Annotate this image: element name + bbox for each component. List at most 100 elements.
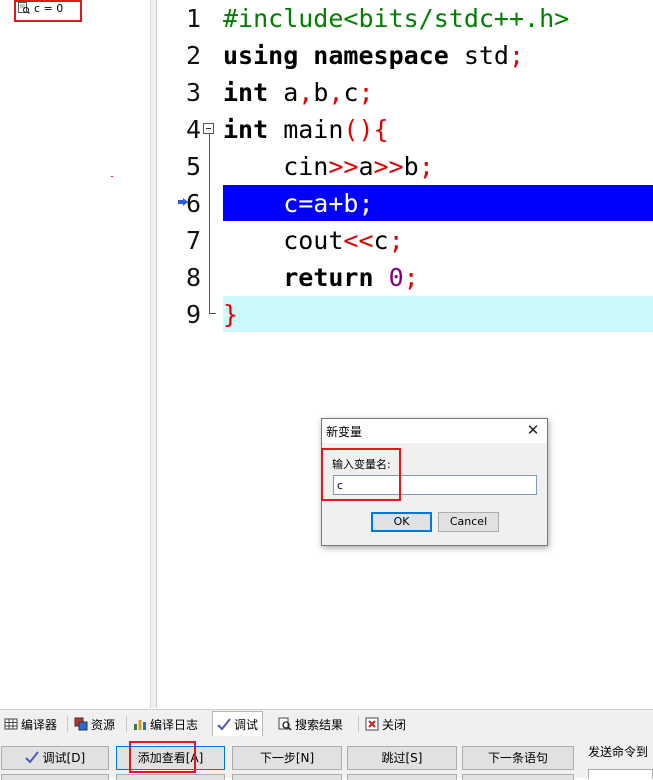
bottom-tab-bar: 编译器 资源 编译日志 调试 搜索结果 关闭	[0, 709, 653, 736]
dialog-titlebar[interactable]: 新变量 ✕	[322, 419, 547, 443]
close-icon[interactable]: ✕	[523, 420, 543, 440]
code-text: #include<bits/stdc++.h>	[223, 0, 653, 37]
stray-mark	[111, 176, 113, 177]
code-line[interactable]: 9}	[157, 296, 653, 333]
code-token: int	[223, 115, 269, 144]
toolbar-second-row-button[interactable]	[1, 774, 109, 780]
code-token: return	[283, 263, 374, 292]
tab-divider	[358, 716, 359, 732]
line-number: 6	[185, 189, 201, 218]
watch-variable-icon	[18, 2, 30, 14]
code-token: b	[313, 78, 329, 107]
debug-check-icon	[217, 718, 231, 731]
variable-name-label: 输入变量名:	[332, 458, 391, 471]
tab-close[interactable]: 关闭	[361, 713, 410, 735]
code-token: <<	[343, 226, 374, 255]
line-number: 7	[185, 226, 201, 255]
ok-button[interactable]: OK	[371, 512, 432, 532]
tab-label: 编译器	[21, 717, 58, 732]
tab-debug[interactable]: 调试	[212, 711, 264, 736]
code-token: c	[373, 226, 389, 255]
code-token: c	[343, 78, 359, 107]
code-text: return 0;	[223, 259, 653, 296]
code-token: 0	[388, 263, 404, 292]
tab-label: 调试	[234, 717, 259, 732]
code-line[interactable]: 1 #include<bits/stdc++.h>	[157, 0, 653, 37]
watch-item-text: c = 0	[34, 1, 64, 15]
add-watch-button[interactable]: 添加查看[A]	[116, 746, 225, 770]
variable-name-input[interactable]	[333, 475, 537, 495]
code-editor[interactable]: 1 #include<bits/stdc++.h> 2 using namespace…	[157, 0, 653, 708]
code-text: cout<<c;	[223, 222, 653, 259]
line-number: 2	[185, 41, 201, 70]
code-line[interactable]: 4 int main(){	[157, 111, 653, 148]
tab-search-results[interactable]: 搜索结果	[274, 713, 347, 735]
code-token: ,	[328, 78, 344, 107]
send-command-label: 发送命令到	[588, 745, 649, 759]
code-line[interactable]: 7 cout<<c;	[157, 222, 653, 259]
next-statement-button[interactable]: 下一条语句	[462, 746, 574, 770]
line-number: 5	[185, 152, 201, 181]
code-token: (){	[343, 115, 389, 144]
code-token: int	[223, 78, 269, 107]
debug-button[interactable]: 调试[D]	[1, 746, 109, 770]
compile-log-chart-icon	[134, 720, 146, 730]
toolbar-second-row-button[interactable]	[116, 774, 225, 780]
debug-button-label: 调试[D]	[42, 751, 86, 765]
next-step-button[interactable]: 下一步[N]	[232, 746, 342, 770]
close-tab-icon	[365, 717, 379, 731]
code-token: ;	[418, 152, 434, 181]
tab-compiler[interactable]: 编译器	[0, 713, 61, 735]
code-token: b	[403, 152, 419, 181]
tab-resources[interactable]: 资源	[70, 713, 119, 735]
code-text: int a,b,c;	[223, 74, 653, 111]
panel-splitter[interactable]	[150, 0, 157, 708]
code-line[interactable]: 8 return 0;	[157, 259, 653, 296]
new-variable-dialog: 新变量 ✕ 输入变量名: OK Cancel	[321, 418, 548, 546]
code-token: #include<bits/stdc++.h>	[223, 4, 570, 33]
code-token: ;	[388, 226, 404, 255]
skip-button[interactable]: 跳过[S]	[347, 746, 457, 770]
code-token: }	[223, 300, 239, 329]
tab-label: 搜索结果	[295, 717, 344, 732]
code-line[interactable]: 5 cin>>a>>b;	[157, 148, 653, 185]
code-token: >>	[373, 152, 404, 181]
code-token: std	[448, 41, 509, 70]
code-line[interactable]: 3 int a,b,c;	[157, 74, 653, 111]
code-token: a	[358, 152, 374, 181]
code-token: >>	[328, 152, 359, 181]
tab-compile-log[interactable]: 编译日志	[129, 713, 202, 735]
tab-label: 编译日志	[150, 717, 199, 732]
code-text: cin>>a>>b;	[223, 148, 653, 185]
search-results-icon	[278, 717, 292, 731]
tab-divider	[126, 716, 127, 732]
cancel-button[interactable]: Cancel	[438, 512, 499, 532]
code-text: int main(){	[223, 111, 653, 148]
toolbar-second-row-button[interactable]	[347, 774, 457, 780]
code-token: ;	[358, 78, 374, 107]
code-token: ;	[509, 41, 525, 70]
code-line[interactable]: 2 using namespace std;	[157, 37, 653, 74]
code-line[interactable]: 6 c=a+b;	[157, 185, 653, 222]
line-number: 3	[185, 78, 201, 107]
line-number: 1	[185, 4, 201, 33]
watch-item[interactable]: c = 0	[18, 1, 63, 15]
line-number: 4	[185, 115, 201, 144]
code-token: ,	[298, 78, 314, 107]
code-text: c=a+b;	[223, 185, 653, 222]
toolbar-second-row-button[interactable]	[462, 774, 574, 780]
line-number: 9	[185, 300, 201, 329]
code-text: using namespace std;	[223, 37, 653, 74]
line-number: 8	[185, 263, 201, 292]
code-token: main	[268, 115, 344, 144]
compiler-grid-icon	[4, 718, 18, 730]
code-text: }	[223, 296, 653, 333]
dialog-title: 新变量	[326, 425, 363, 439]
resources-icon	[74, 717, 88, 731]
tab-label: 资源	[91, 717, 116, 732]
toolbar-second-row-button[interactable]	[232, 774, 342, 780]
code-token: using namespace	[223, 41, 449, 70]
code-token: cout	[223, 226, 344, 255]
watch-panel: c = 0	[0, 0, 150, 708]
